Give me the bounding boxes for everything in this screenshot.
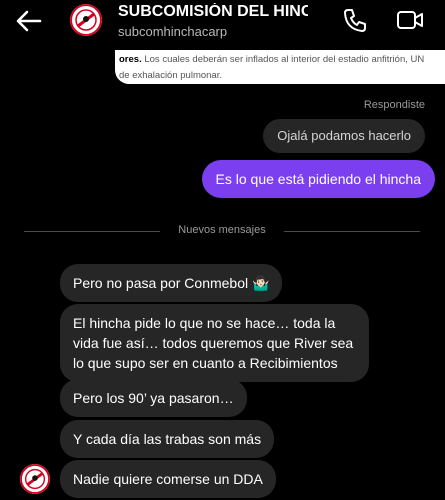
sent-message-bubble[interactable]: Es lo que está pidiendo el hincha bbox=[201, 160, 435, 198]
received-message-bubble[interactable]: Y cada día las trabas son más bbox=[60, 420, 275, 458]
video-camera-icon[interactable] bbox=[396, 8, 424, 32]
received-message-bubble[interactable]: Pero no pasa por Conmebol 🤷🏻‍♂️ bbox=[60, 264, 283, 302]
club-logo-icon bbox=[20, 464, 50, 494]
back-arrow-icon[interactable] bbox=[14, 6, 44, 36]
divider-line bbox=[284, 231, 420, 232]
quoted-line-2: de exhalación pulmonar. bbox=[119, 70, 222, 81]
received-message-bubble[interactable]: Pero los 90’ ya pasaron… bbox=[60, 379, 247, 417]
new-messages-label: Nuevos mensajes bbox=[178, 224, 266, 236]
chat-title[interactable]: SUBCOMISIÓN DEL HINCHA bbox=[118, 3, 308, 21]
reply-label: Respondiste bbox=[363, 99, 425, 111]
replied-to-bubble[interactable]: Ojalá podamos hacerlo bbox=[263, 119, 425, 153]
chat-header: SUBCOMISIÓN DEL HINCHA subcomhinchacarp bbox=[0, 0, 445, 48]
quoted-message-preview[interactable]: ores. Los cuales deberán ser inflados al… bbox=[115, 50, 445, 84]
quoted-line-1: ores. Los cuales deberán ser inflados al… bbox=[119, 54, 425, 65]
club-logo-icon bbox=[70, 4, 102, 36]
phone-icon[interactable] bbox=[342, 7, 368, 33]
received-message-bubble[interactable]: El hincha pide lo que no se hace… toda l… bbox=[60, 304, 369, 382]
received-message-bubble[interactable]: Nadie quiere comerse un DDA bbox=[60, 460, 276, 498]
avatar[interactable] bbox=[70, 4, 102, 36]
chat-username[interactable]: subcomhinchacarp bbox=[118, 24, 227, 39]
new-messages-divider: Nuevos mensajes bbox=[24, 222, 420, 240]
sender-avatar[interactable] bbox=[20, 464, 50, 494]
